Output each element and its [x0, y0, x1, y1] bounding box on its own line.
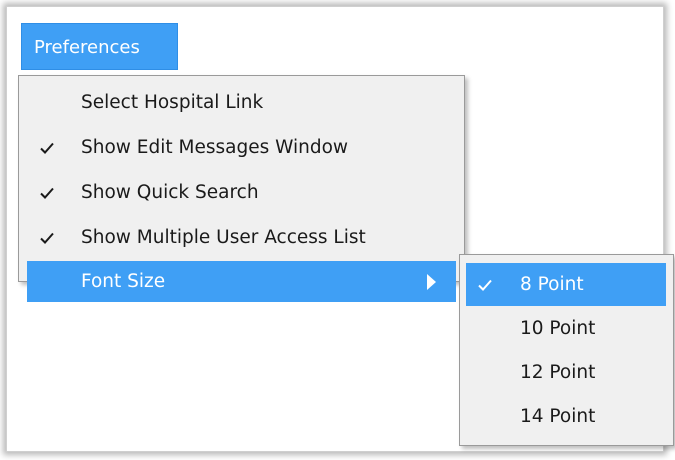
check-icon: [478, 279, 492, 291]
submenu-item-10-point[interactable]: 10 Point: [466, 307, 666, 350]
check-icon: [40, 187, 54, 199]
menu-item-font-size[interactable]: Font Size: [27, 261, 456, 302]
menu-preferences-label: Preferences: [34, 37, 140, 58]
menu-item-label: Font Size: [81, 271, 166, 292]
submenu-item-label: 8 Point: [520, 274, 584, 295]
submenu-item-14-point[interactable]: 14 Point: [466, 395, 666, 438]
menu-item-show-multiple-user-access-list[interactable]: Show Multiple User Access List: [27, 217, 456, 259]
menu-item-label: Select Hospital Link: [81, 92, 264, 113]
menu-item-label: Show Multiple User Access List: [81, 227, 366, 248]
submenu-item-label: 10 Point: [520, 318, 596, 339]
font-size-submenu: 8 Point 10 Point 12 Point 14 Point: [459, 254, 674, 446]
menu-item-label: Show Quick Search: [81, 182, 259, 203]
menu-item-show-edit-messages-window[interactable]: Show Edit Messages Window: [27, 127, 456, 169]
preferences-dropdown: Select Hospital Link Show Edit Messages …: [18, 75, 465, 302]
menu-item-show-quick-search[interactable]: Show Quick Search: [27, 172, 456, 214]
submenu-item-label: 14 Point: [520, 406, 596, 427]
check-icon: [40, 232, 54, 244]
submenu-item-12-point[interactable]: 12 Point: [466, 351, 666, 394]
submenu-item-8-point[interactable]: 8 Point: [466, 263, 666, 306]
menu-preferences[interactable]: Preferences: [21, 23, 178, 70]
menu-item-label: Show Edit Messages Window: [81, 137, 349, 158]
submenu-item-label: 12 Point: [520, 362, 596, 383]
menu-item-select-hospital-link[interactable]: Select Hospital Link: [27, 82, 456, 124]
chevron-right-icon: [427, 274, 436, 290]
check-icon: [40, 142, 54, 154]
